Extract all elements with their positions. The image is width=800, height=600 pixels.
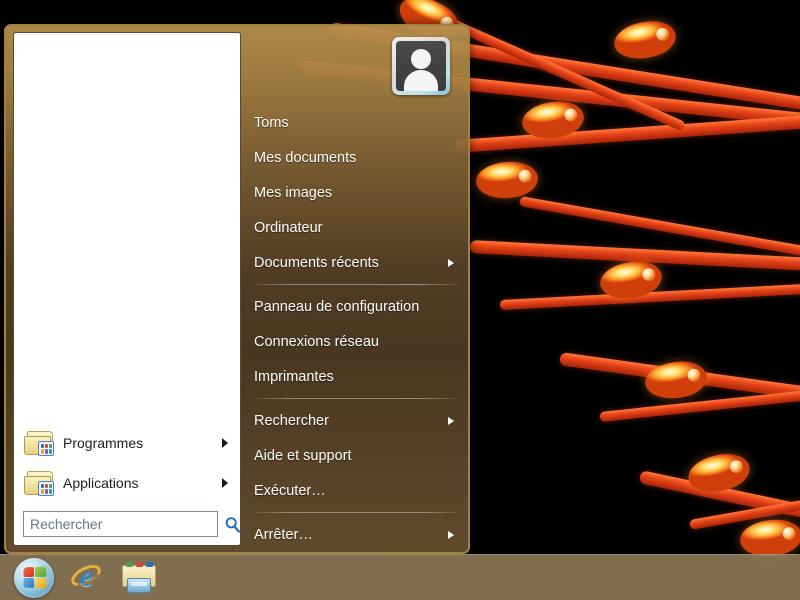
menu-item-label: Rechercher (254, 412, 329, 429)
menu-item-label: Documents récents (254, 254, 379, 271)
search-row (14, 507, 240, 545)
menu-item-connexions-reseau[interactable]: Connexions réseau (241, 324, 468, 359)
menu-item-arreter[interactable]: Arrêter… (241, 517, 468, 552)
menu-item-documents-recents[interactable]: Documents récents (241, 245, 468, 280)
chevron-right-icon (222, 478, 228, 488)
windows-logo-icon (14, 557, 54, 598)
menu-item-label: Mes images (254, 184, 333, 201)
programs-folder-icon (24, 430, 54, 456)
menu-item-label: Exécuter… (254, 482, 326, 499)
menu-item-label: Mes documents (254, 149, 357, 166)
user-avatar-icon[interactable] (392, 36, 450, 95)
program-item-label: Applications (63, 475, 139, 491)
program-list: Programmes Applications (14, 423, 240, 507)
program-item-label: Programmes (63, 435, 144, 451)
menu-item-label: Imprimantes (254, 368, 334, 385)
menu-separator (253, 398, 458, 400)
menu-separator (253, 512, 458, 513)
start-button[interactable] (8, 557, 60, 599)
menu-item-label: Aide et support (254, 447, 352, 464)
menu-separator (253, 284, 458, 286)
menu-item-label: Ordinateur (254, 219, 323, 236)
internet-explorer-icon: e (67, 560, 105, 594)
menu-group-system: Panneau de configuration Connexions rése… (241, 289, 468, 394)
menu-item-executer[interactable]: Exécuter… (241, 473, 468, 508)
search-input[interactable] (23, 511, 218, 537)
taskbar-button-windows-explorer[interactable] (112, 557, 164, 599)
menu-item-toms[interactable]: Toms (241, 105, 468, 140)
taskbar: e (0, 554, 800, 600)
menu-item-ordinateur[interactable]: Ordinateur (241, 210, 468, 245)
start-menu-left-pane: Programmes Applications (13, 32, 241, 546)
menu-item-label: Toms (254, 114, 289, 131)
menu-item-label: Connexions réseau (254, 333, 379, 350)
menu-item-aide-et-support[interactable]: Aide et support (241, 438, 468, 473)
menu-item-imprimantes[interactable]: Imprimantes (241, 359, 468, 394)
menu-group-tools: Rechercher Aide et support Exécuter… (241, 403, 468, 508)
desktop: Programmes Applications Rechercher Toms … (0, 0, 800, 600)
menu-item-mes-documents[interactable]: Mes documents (241, 140, 468, 175)
chevron-right-icon (222, 438, 228, 448)
windows-explorer-folder-icon (121, 561, 156, 593)
avatar-area (241, 26, 468, 105)
start-menu-right-pane: Toms Mes documents Mes images Ordinateur… (241, 26, 468, 552)
program-item-applications[interactable]: Applications (14, 463, 240, 503)
chevron-right-icon (448, 258, 454, 267)
menu-item-mes-images[interactable]: Mes images (241, 175, 468, 210)
programs-folder-icon (24, 470, 54, 496)
menu-item-panneau-de-configuration[interactable]: Panneau de configuration (241, 289, 468, 324)
menu-item-label: Arrêter… (254, 526, 313, 543)
menu-group-user: Toms Mes documents Mes images Ordinateur… (241, 105, 468, 280)
menu-item-label: Panneau de configuration (254, 298, 420, 315)
start-menu: Programmes Applications Rechercher Toms … (4, 24, 470, 554)
menu-item-rechercher[interactable]: Rechercher (241, 403, 468, 438)
chevron-right-icon (448, 530, 454, 539)
chevron-right-icon (448, 416, 454, 425)
taskbar-button-internet-explorer[interactable]: e (60, 557, 112, 599)
menu-group-power: Arrêter… (241, 517, 468, 552)
program-item-programmes[interactable]: Programmes (14, 423, 240, 463)
